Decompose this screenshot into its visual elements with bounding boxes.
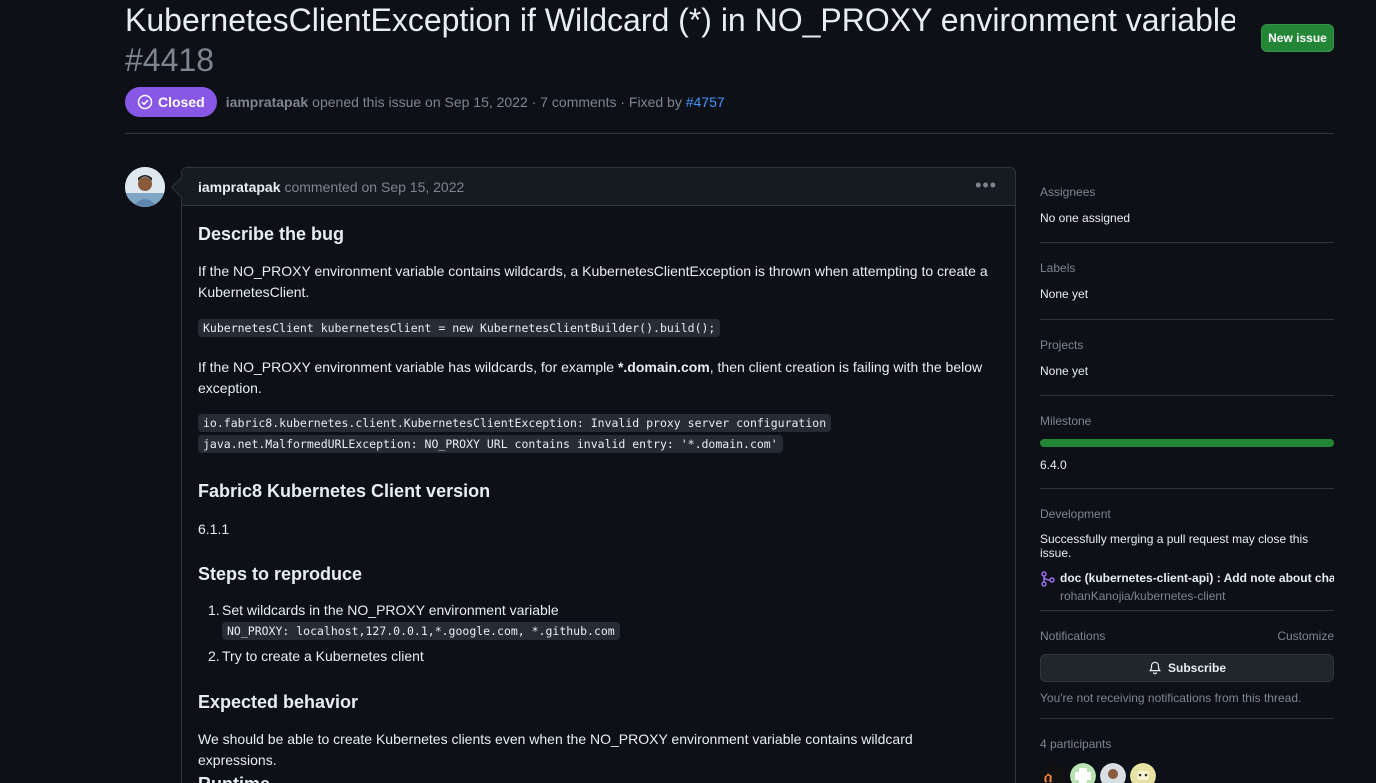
- participant-avatar[interactable]: ሰ: [1040, 763, 1066, 783]
- more-options-icon[interactable]: •••: [975, 176, 997, 194]
- example-pre: If the NO_PROXY environment variable has…: [198, 359, 618, 375]
- milestone-label[interactable]: Milestone: [1040, 414, 1334, 428]
- example-bold: *.domain.com: [617, 359, 710, 375]
- issue-title-block: KubernetesClientException if Wildcard (*…: [125, 0, 1235, 80]
- opened-text: opened this issue on Sep 15, 2022 · 7 co…: [312, 94, 682, 110]
- sidebar-divider: [1040, 718, 1334, 719]
- participants-list: ሰ: [1040, 763, 1334, 783]
- code-exception-1: io.fabric8.kubernetes.client.KubernetesC…: [198, 414, 832, 432]
- heading-version: Fabric8 Kubernetes Client version: [198, 481, 491, 501]
- bell-icon: [1149, 661, 1161, 675]
- sidebar-divider: [1040, 319, 1334, 320]
- subscribe-label: Subscribe: [1167, 661, 1227, 675]
- issue-number: #4418: [125, 42, 214, 78]
- notifications-text: You're not receiving notifications from …: [1040, 691, 1302, 705]
- avatar[interactable]: [125, 167, 165, 207]
- pr-title[interactable]: doc (kubernetes-client-api) : Add note a…: [1060, 571, 1334, 585]
- step-number: 1.: [208, 602, 220, 618]
- heading-steps: Steps to reproduce: [198, 564, 363, 584]
- sidebar-divider: [1040, 488, 1334, 489]
- development-section: Development Successfully merging a pull …: [1040, 507, 1334, 603]
- subscribe-button[interactable]: Subscribe: [1040, 654, 1334, 682]
- comment-box: iampratapak commented on Sep 15, 2022 ••…: [181, 167, 1016, 783]
- development-label[interactable]: Development: [1040, 507, 1334, 521]
- milestone-progress-bar: [1040, 439, 1334, 447]
- milestone-value[interactable]: 6.4.0: [1040, 458, 1334, 472]
- labels-section: Labels None yet: [1040, 261, 1334, 301]
- comment-header: iampratapak commented on Sep 15, 2022 ••…: [182, 168, 1015, 206]
- participants-label: 4 participants: [1040, 737, 1112, 751]
- assignees-section: Assignees No one assigned: [1040, 185, 1334, 225]
- milestone-section: Milestone 6.4.0: [1040, 414, 1334, 472]
- labels-value: None yet: [1040, 287, 1089, 301]
- notifications-label: Notifications: [1040, 629, 1106, 643]
- issue-meta-text: iampratapak opened this issue on Sep 15, …: [226, 94, 725, 110]
- issue-meta: Closed iampratapak opened this issue on S…: [125, 86, 725, 118]
- sidebar-divider: [1040, 242, 1334, 243]
- heading-expected: Expected behavior: [198, 692, 359, 712]
- status-label: Closed: [158, 94, 205, 110]
- paragraph-expected: We should be able to create Kubernetes c…: [198, 731, 913, 768]
- svg-text:ሰ: ሰ: [1044, 770, 1052, 783]
- git-merge-icon: [1041, 571, 1055, 587]
- step-number: 2.: [208, 648, 220, 664]
- customize-link[interactable]: Customize: [1277, 629, 1334, 643]
- step-text: Try to create a Kubernetes client: [222, 648, 424, 664]
- heading-runtime: Runtime: [198, 774, 270, 783]
- projects-label[interactable]: Projects: [1040, 338, 1334, 352]
- new-issue-button[interactable]: New issue: [1261, 24, 1334, 52]
- code-build: KubernetesClient kubernetesClient = new …: [198, 319, 721, 337]
- version-value: 6.1.1: [198, 521, 230, 537]
- comment-timestamp[interactable]: commented on Sep 15, 2022: [284, 179, 464, 195]
- fixed-by-link[interactable]: #4757: [686, 94, 725, 110]
- sidebar-divider: [1040, 610, 1334, 611]
- heading-describe-bug: Describe the bug: [198, 224, 345, 244]
- linked-pr[interactable]: doc (kubernetes-client-api) : Add note a…: [1040, 571, 1334, 603]
- step-text: Set wildcards in the NO_PROXY environmen…: [222, 602, 559, 618]
- check-circle-icon: [137, 94, 153, 110]
- sidebar-divider: [1040, 395, 1334, 396]
- paragraph-example: If the NO_PROXY environment variable has…: [198, 357, 988, 399]
- projects-value: None yet: [1040, 364, 1089, 378]
- labels-label[interactable]: Labels: [1040, 261, 1334, 275]
- participant-avatar[interactable]: [1100, 763, 1126, 783]
- issue-author-link[interactable]: iampratapak: [226, 94, 308, 110]
- notifications-header: Notifications Customize: [1040, 629, 1334, 643]
- notifications-section: Notifications Customize Subscribe You're…: [1040, 629, 1334, 705]
- assignees-value: No one assigned: [1040, 211, 1131, 225]
- paragraph-bug: If the NO_PROXY environment variable con…: [198, 263, 988, 300]
- participant-avatar[interactable]: [1070, 763, 1096, 783]
- header-divider: [125, 133, 1334, 134]
- issue-title: KubernetesClientException if Wildcard (*…: [125, 2, 1235, 38]
- participants-section: 4 participants ሰ: [1040, 737, 1334, 783]
- pr-repo: rohanKanojia/kubernetes-client: [1060, 589, 1226, 603]
- comment-author[interactable]: iampratapak: [198, 179, 280, 195]
- assignees-label[interactable]: Assignees: [1040, 185, 1334, 199]
- code-exception-2: java.net.MalformedURLException: NO_PROXY…: [198, 435, 783, 453]
- participant-avatar[interactable]: [1130, 763, 1156, 783]
- development-text: Successfully merging a pull request may …: [1040, 532, 1309, 560]
- status-badge: Closed: [125, 87, 217, 117]
- projects-section: Projects None yet: [1040, 338, 1334, 378]
- code-no-proxy: NO_PROXY: localhost,127.0.0.1,*.google.c…: [222, 622, 620, 640]
- author-avatar-image: [125, 167, 165, 207]
